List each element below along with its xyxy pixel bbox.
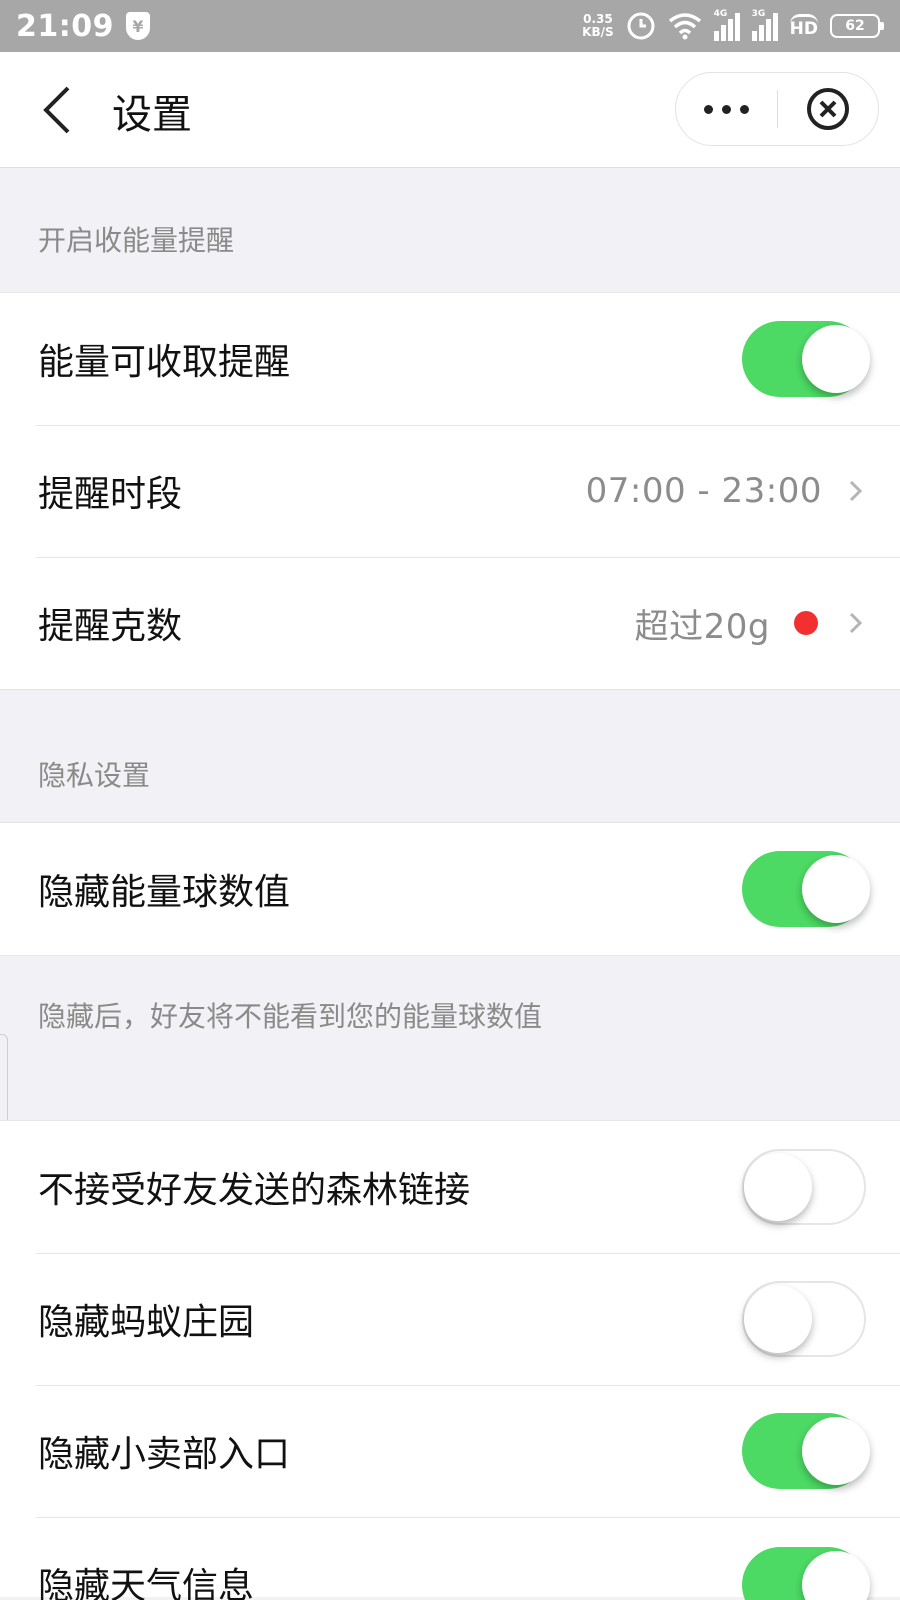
page-title: 设置 <box>112 92 192 138</box>
more-dot <box>740 104 749 114</box>
row-hide-weather: 隐藏天气信息 <box>0 1517 900 1600</box>
battery-level: 62 <box>845 18 865 34</box>
row-reminder-period[interactable]: 提醒时段 07:00 - 23:00 <box>0 425 900 557</box>
energy-group: 能量可收取提醒 提醒时段 07:00 - 23:00 提醒克数 超过20g <box>0 292 900 690</box>
signal-4g-icon: 4G <box>713 9 740 41</box>
close-circle-icon <box>807 88 849 130</box>
other-settings-group: 不接受好友发送的森林链接 隐藏蚂蚁庄园 隐藏小卖部入口 隐藏天气信息 <box>0 1120 900 1600</box>
row-hide-shop-entry-label: 隐藏小卖部入口 <box>38 1434 291 1475</box>
row-collect-reminder-label: 能量可收取提醒 <box>38 342 291 383</box>
row-reminder-period-label: 提醒时段 <box>38 474 183 515</box>
new-badge-dot <box>794 611 818 635</box>
row-hide-shop-entry: 隐藏小卖部入口 <box>0 1385 900 1517</box>
more-button[interactable] <box>676 73 777 145</box>
hide-weather-toggle[interactable] <box>742 1547 870 1600</box>
row-reminder-grams-label: 提醒克数 <box>38 606 183 647</box>
more-dots-icon <box>704 104 713 114</box>
reject-forest-links-toggle[interactable] <box>742 1149 866 1225</box>
hide-energy-ball-toggle[interactable] <box>742 851 870 927</box>
row-collect-reminder: 能量可收取提醒 <box>0 293 900 425</box>
row-hide-weather-label: 隐藏天气信息 <box>38 1566 255 1600</box>
nav-bar: 设置 <box>0 52 900 168</box>
shield-icon: ¥ <box>126 12 150 40</box>
row-hide-energy-ball: 隐藏能量球数值 <box>0 823 900 955</box>
section-header-privacy: 隐私设置 <box>0 690 900 822</box>
mini-program-capsule <box>675 72 879 146</box>
alarm-icon <box>626 11 656 41</box>
reminder-period-value: 07:00 - 23:00 <box>585 471 822 511</box>
more-dot <box>722 104 731 114</box>
signal-3g-icon: 3G <box>751 9 778 41</box>
back-arrow-icon <box>43 86 70 134</box>
status-time: 21:09 <box>16 8 114 44</box>
toggle-knob <box>744 1153 812 1221</box>
close-button[interactable] <box>778 73 878 145</box>
privacy-group: 隐藏能量球数值 <box>0 822 900 956</box>
hide-energy-ball-note: 隐藏后，好友将不能看到您的能量球数值 <box>38 1000 543 1033</box>
chevron-right-icon <box>849 480 863 502</box>
signal-3g-label: 3G <box>751 9 766 19</box>
toggle-knob <box>802 1417 870 1485</box>
hd-voice-icon: HD <box>789 13 818 39</box>
row-hide-ant-farm-label: 隐藏蚂蚁庄园 <box>38 1302 255 1343</box>
section-header-privacy-text: 隐私设置 <box>38 759 151 792</box>
section-header-energy-text: 开启收能量提醒 <box>38 224 235 257</box>
back-button[interactable] <box>38 80 78 140</box>
reminder-grams-value: 超过20g <box>634 606 770 647</box>
toggle-knob <box>744 1285 812 1353</box>
toggle-knob <box>802 325 870 393</box>
network-speed: 0.35 KB/S <box>582 13 613 39</box>
status-bar: 21:09 ¥ 0.35 KB/S 4G 3G HD 62 <box>0 0 900 52</box>
row-hide-energy-ball-label: 隐藏能量球数值 <box>38 872 291 913</box>
battery-icon: 62 <box>830 14 884 38</box>
chevron-right-icon <box>849 612 863 634</box>
toggle-knob <box>802 855 870 923</box>
hide-ant-farm-toggle[interactable] <box>742 1281 866 1357</box>
row-reject-forest-links-label: 不接受好友发送的森林链接 <box>38 1170 471 1211</box>
row-hide-ant-farm: 隐藏蚂蚁庄园 <box>0 1253 900 1385</box>
collect-reminder-toggle[interactable] <box>742 321 870 397</box>
hide-shop-entry-toggle[interactable] <box>742 1413 870 1489</box>
wifi-icon <box>668 12 702 40</box>
row-reminder-grams[interactable]: 提醒克数 超过20g <box>0 557 900 689</box>
toggle-knob <box>802 1551 870 1600</box>
signal-4g-label: 4G <box>713 9 728 19</box>
section-header-energy: 开启收能量提醒 <box>0 168 900 292</box>
row-reject-forest-links: 不接受好友发送的森林链接 <box>0 1121 900 1253</box>
network-speed-unit: KB/S <box>582 25 614 39</box>
